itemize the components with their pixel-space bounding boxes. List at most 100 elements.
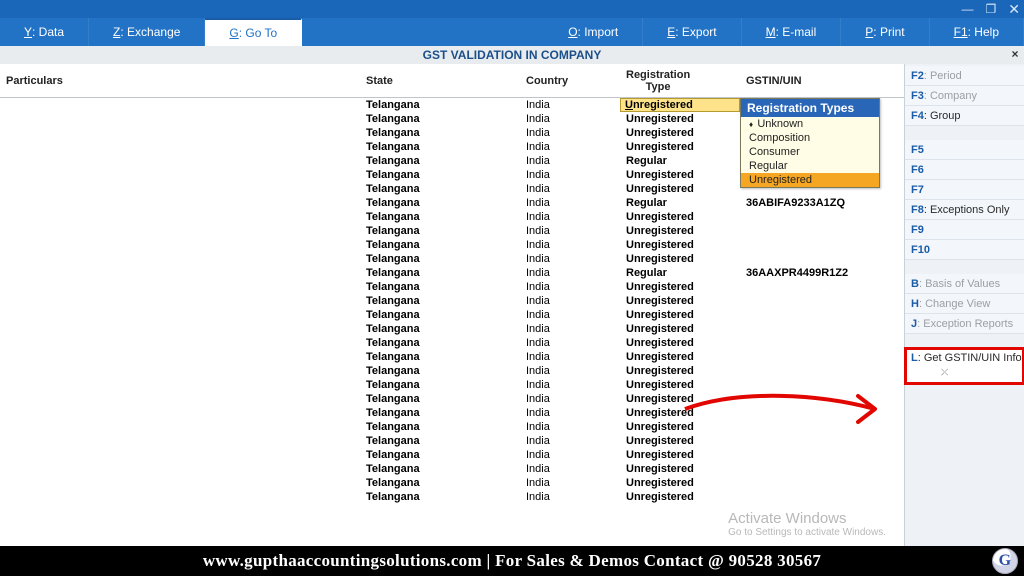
table-row[interactable]: TelanganaIndiaUnregistered [0, 448, 904, 462]
cell-regtype[interactable]: Regular [620, 266, 740, 280]
cell-regtype[interactable]: Unregistered [620, 490, 740, 504]
cell-country: India [520, 350, 620, 364]
cell-country: India [520, 112, 620, 126]
cell-country: India [520, 126, 620, 140]
table-row[interactable]: TelanganaIndiaUnregistered [0, 476, 904, 490]
table-row[interactable]: TelanganaIndiaUnregistered [0, 322, 904, 336]
cell-regtype[interactable]: Unregistered [620, 322, 740, 336]
table-row[interactable]: TelanganaIndiaUnregistered [0, 392, 904, 406]
cell-regtype[interactable]: Unregistered [620, 112, 740, 126]
close-icon[interactable]: ✕ [1008, 1, 1020, 18]
menu-print[interactable]: P: Print [841, 18, 929, 46]
menu-data[interactable]: Y: Data [0, 18, 89, 46]
side-f3-company[interactable]: F3: Company [905, 86, 1024, 106]
col-country: Country [520, 64, 620, 97]
table-row[interactable]: TelanganaIndiaUnregistered [0, 378, 904, 392]
cell-regtype[interactable]: Unregistered [620, 238, 740, 252]
table-row[interactable]: TelanganaIndiaUnregistered [0, 280, 904, 294]
menu-goto[interactable]: G: Go To [205, 18, 302, 46]
cell-state: Telangana [360, 266, 520, 280]
table-row[interactable]: TelanganaIndiaUnregistered [0, 238, 904, 252]
cell-state: Telangana [360, 308, 520, 322]
cell-regtype[interactable]: Unregistered [620, 378, 740, 392]
table-row[interactable]: TelanganaIndiaUnregistered [0, 434, 904, 448]
cell-regtype[interactable]: Unregistered [620, 350, 740, 364]
side-b-basis[interactable]: B: Basis of Values [905, 274, 1024, 294]
cell-country: India [520, 336, 620, 350]
cell-regtype[interactable]: Unregistered [620, 392, 740, 406]
dropdown-item-composition[interactable]: Composition [741, 131, 879, 145]
table-row[interactable]: TelanganaIndiaUnregistered [0, 406, 904, 420]
cell-regtype[interactable]: Unregistered [620, 476, 740, 490]
cell-regtype[interactable]: Unregistered [620, 168, 740, 182]
table-row[interactable]: TelanganaIndiaUnregistered [0, 490, 904, 504]
cell-country: India [520, 308, 620, 322]
side-l-get-gstin-info[interactable]: L: Get GSTIN/UIN Info ⤬ [905, 348, 1024, 384]
side-f9[interactable]: F9 [905, 220, 1024, 240]
menu-export[interactable]: E: Export [643, 18, 741, 46]
cell-country: India [520, 252, 620, 266]
table-row[interactable]: TelanganaIndiaUnregistered [0, 308, 904, 322]
table-row[interactable]: TelanganaIndiaUnregistered [0, 462, 904, 476]
table-row[interactable]: TelanganaIndiaRegular36AAXPR4499R1Z2 [0, 266, 904, 280]
table-row[interactable]: TelanganaIndiaUnregistered [0, 252, 904, 266]
minimize-icon[interactable]: — [962, 2, 974, 16]
cell-regtype[interactable]: Unregistered [620, 406, 740, 420]
cell-regtype[interactable]: Regular [620, 196, 740, 210]
cell-regtype[interactable]: Unregistered [620, 336, 740, 350]
menu-help[interactable]: F1: Help [930, 18, 1024, 46]
cell-regtype[interactable]: Unregistered [620, 224, 740, 238]
maximize-icon[interactable]: ❐ [986, 2, 997, 16]
cell-gstin [740, 252, 904, 266]
cell-country: India [520, 238, 620, 252]
dropdown-item-unknown[interactable]: Unknown [741, 117, 879, 131]
table-row[interactable]: TelanganaIndiaUnregistered [0, 420, 904, 434]
table-row[interactable]: TelanganaIndiaUnregistered [0, 336, 904, 350]
cell-regtype[interactable]: Unregistered [620, 308, 740, 322]
side-h-changeview[interactable]: H: Change View [905, 294, 1024, 314]
side-j-exception-reports[interactable]: J: Exception Reports [905, 314, 1024, 334]
side-f8-exceptions[interactable]: F8: Exceptions Only [905, 200, 1024, 220]
cell-regtype[interactable]: Unregistered [620, 364, 740, 378]
cell-regtype[interactable]: Unregistered [620, 98, 740, 112]
dropdown-item-regular[interactable]: Regular [741, 159, 879, 173]
cell-regtype[interactable]: Unregistered [620, 210, 740, 224]
cell-regtype[interactable]: Unregistered [620, 126, 740, 140]
cell-regtype[interactable]: Unregistered [620, 434, 740, 448]
side-f2-period[interactable]: F2: Period [905, 66, 1024, 86]
dropdown-item-unregistered[interactable]: Unregistered [741, 173, 879, 187]
cell-state: Telangana [360, 224, 520, 238]
cell-regtype[interactable]: Unregistered [620, 182, 740, 196]
cell-regtype[interactable]: Unregistered [620, 140, 740, 154]
table-row[interactable]: TelanganaIndiaUnregistered [0, 294, 904, 308]
table-row[interactable]: TelanganaIndiaUnregistered [0, 350, 904, 364]
cell-regtype[interactable]: Unregistered [620, 448, 740, 462]
cell-regtype[interactable]: Regular [620, 154, 740, 168]
dropdown-item-consumer[interactable]: Consumer [741, 145, 879, 159]
cell-regtype[interactable]: Unregistered [620, 280, 740, 294]
table-row[interactable]: TelanganaIndiaRegular36ABIFA9233A1ZQ [0, 196, 904, 210]
cell-state: Telangana [360, 462, 520, 476]
cell-state: Telangana [360, 196, 520, 210]
page-close-icon[interactable]: × [1008, 47, 1022, 61]
cell-country: India [520, 462, 620, 476]
regtype-dropdown[interactable]: Registration Types Unknown Composition C… [740, 98, 880, 188]
cell-regtype[interactable]: Unregistered [620, 252, 740, 266]
menu-email[interactable]: M: E-mail [742, 18, 842, 46]
menu-import[interactable]: O: Import [544, 18, 643, 46]
table-row[interactable]: TelanganaIndiaUnregistered [0, 364, 904, 378]
side-f5[interactable]: F5 [905, 140, 1024, 160]
side-f7[interactable]: F7 [905, 180, 1024, 200]
menu-exchange[interactable]: Z: Exchange [89, 18, 205, 46]
side-f10[interactable]: F10 [905, 240, 1024, 260]
cell-regtype[interactable]: Unregistered [620, 462, 740, 476]
cell-regtype[interactable]: Unregistered [620, 420, 740, 434]
cell-regtype[interactable]: Unregistered [620, 294, 740, 308]
cell-country: India [520, 196, 620, 210]
table-row[interactable]: TelanganaIndiaUnregistered [0, 224, 904, 238]
cell-state: Telangana [360, 126, 520, 140]
side-f6[interactable]: F6 [905, 160, 1024, 180]
side-f4-group[interactable]: F4: Group [905, 106, 1024, 126]
cell-gstin [740, 336, 904, 350]
table-row[interactable]: TelanganaIndiaUnregistered [0, 210, 904, 224]
